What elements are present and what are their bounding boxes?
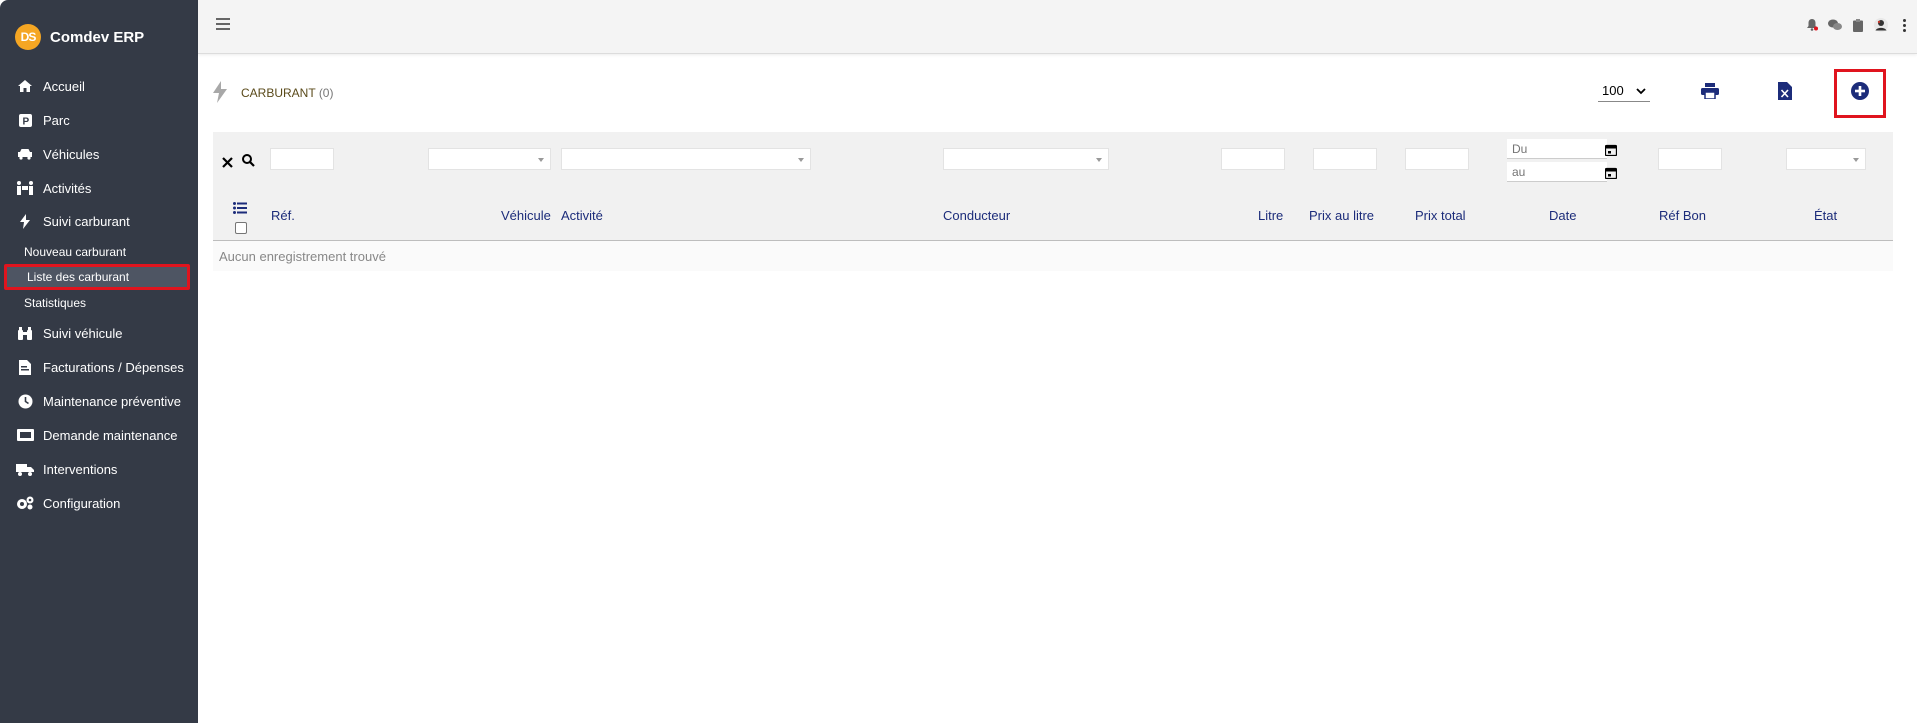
column-header-litre[interactable]: Litre: [1258, 208, 1283, 223]
column-header-vehicule[interactable]: Véhicule: [501, 208, 551, 223]
sidebar-subitem-statistiques[interactable]: Statistiques: [24, 293, 86, 313]
chat-icon[interactable]: [1828, 18, 1842, 32]
column-header-prix-total[interactable]: Prix total: [1415, 208, 1466, 223]
sidebar-item-label: Suivi carburant: [43, 213, 130, 229]
filter-ref-bon-input[interactable]: [1658, 148, 1722, 170]
caret-down-icon: [798, 158, 804, 162]
sidebar-item-parc[interactable]: P Parc: [15, 108, 70, 132]
per-page-select[interactable]: 100: [1598, 80, 1650, 102]
column-header-ref[interactable]: Réf.: [271, 208, 295, 223]
select-all-checkbox[interactable]: [235, 222, 247, 234]
record-count: (0): [318, 86, 334, 100]
filter-litre-input[interactable]: [1221, 148, 1285, 170]
filter-activite-select[interactable]: [561, 148, 811, 170]
home-icon: [15, 78, 35, 94]
caret-down-icon: [1096, 158, 1102, 162]
user-avatar-icon[interactable]: [1874, 18, 1888, 32]
chevron-down-icon: [1636, 83, 1646, 98]
header-actions: [1805, 18, 1911, 32]
sidebar-item-label: Suivi véhicule: [43, 325, 123, 341]
filter-prix-total-input[interactable]: [1405, 148, 1469, 170]
notifications-bell-icon[interactable]: [1805, 18, 1819, 32]
sidebar: DS Comdev ERP Accueil P Parc Véhicules A…: [0, 0, 198, 723]
car-icon: [15, 146, 35, 162]
app-name: Comdev ERP: [50, 28, 145, 46]
page-title: CARBURANT (0): [241, 86, 333, 100]
filter-date-to-input[interactable]: [1507, 162, 1607, 182]
sidebar-subitem-nouveau-carburant[interactable]: Nouveau carburant: [24, 242, 126, 262]
binoculars-icon: [15, 325, 35, 341]
sidebar-item-suivi-carburant[interactable]: Suivi carburant: [15, 209, 130, 233]
filter-etat-select[interactable]: [1786, 148, 1866, 170]
invoice-icon: [15, 359, 35, 375]
sidebar-item-configuration[interactable]: Configuration: [15, 491, 120, 515]
column-chooser-icon[interactable]: [233, 201, 247, 219]
hamburger-menu-icon[interactable]: [216, 18, 230, 33]
sidebar-item-label: Interventions: [43, 461, 118, 477]
truck-icon: [15, 461, 35, 477]
add-carburant-button[interactable]: [1834, 69, 1886, 118]
plus-circle-icon: [1851, 82, 1869, 105]
sidebar-subitem-liste-des-carburant[interactable]: Liste des carburant: [4, 264, 190, 290]
app-logo: DS: [15, 24, 41, 50]
svg-text:P: P: [22, 116, 29, 127]
sidebar-item-label: Véhicules: [43, 146, 100, 162]
sidebar-item-suivi-vehicule[interactable]: Suivi véhicule: [15, 321, 123, 345]
sidebar-item-maintenance-preventive[interactable]: Maintenance préventive: [15, 389, 181, 413]
column-header-ref-bon[interactable]: Réf Bon: [1659, 208, 1706, 223]
filter-conducteur-select[interactable]: [943, 148, 1109, 170]
page-title-text: CARBURANT: [241, 86, 316, 100]
bolt-icon: [15, 213, 35, 229]
column-header-etat[interactable]: État: [1814, 208, 1837, 223]
sidebar-item-label: Accueil: [43, 78, 85, 94]
brand[interactable]: DS Comdev ERP: [15, 22, 144, 52]
calendar-icon[interactable]: [1604, 143, 1618, 157]
column-header-prix-au-litre[interactable]: Prix au litre: [1309, 208, 1374, 223]
more-options-icon[interactable]: [1897, 18, 1911, 32]
sidebar-item-accueil[interactable]: Accueil: [15, 74, 85, 98]
calendar-icon[interactable]: [1604, 166, 1618, 180]
column-header-activite[interactable]: Activité: [561, 208, 603, 223]
ticket-icon: [15, 427, 35, 443]
sidebar-item-demande-maintenance[interactable]: Demande maintenance: [15, 423, 177, 447]
filter-prix-litre-input[interactable]: [1313, 148, 1377, 170]
sidebar-item-label: Activités: [43, 180, 92, 196]
sidebar-subitem-label: Nouveau carburant: [24, 245, 127, 259]
sidebar-item-label: Configuration: [43, 495, 121, 511]
column-header-conducteur[interactable]: Conducteur: [943, 208, 1010, 223]
sidebar-item-label: Facturations / Dépenses: [43, 359, 184, 375]
sidebar-item-facturations-depenses[interactable]: Facturations / Dépenses: [15, 355, 184, 379]
people-carry-icon: [15, 180, 35, 196]
filter-date-from-input[interactable]: [1507, 139, 1607, 159]
sidebar-item-label: Demande maintenance: [43, 427, 178, 443]
clock-icon: [15, 393, 35, 409]
print-button[interactable]: [1699, 82, 1721, 104]
search-icon[interactable]: [242, 154, 255, 172]
column-header-date[interactable]: Date: [1549, 208, 1576, 223]
parking-icon: P: [15, 112, 35, 128]
bolt-icon: [213, 81, 227, 108]
filter-vehicule-select[interactable]: [428, 148, 551, 170]
sidebar-item-interventions[interactable]: Interventions: [15, 457, 117, 481]
gears-icon: [15, 495, 35, 511]
print-icon: [1701, 82, 1719, 104]
empty-table-message: Aucun enregistrement trouvé: [219, 249, 386, 264]
caret-down-icon: [1853, 158, 1859, 162]
caret-down-icon: [538, 158, 544, 162]
export-excel-button[interactable]: [1774, 81, 1796, 105]
top-header: [198, 0, 1917, 54]
sidebar-subitem-label: Statistiques: [24, 296, 87, 310]
sidebar-item-label: Parc: [43, 112, 70, 128]
sidebar-item-label: Maintenance préventive: [43, 393, 182, 409]
clear-filters-icon[interactable]: [222, 155, 233, 173]
sidebar-subitem-label: Liste des carburant: [27, 270, 130, 284]
excel-file-icon: [1778, 81, 1792, 105]
per-page-value: 100: [1602, 83, 1624, 98]
filter-ref-input[interactable]: [270, 148, 334, 170]
sidebar-item-activites[interactable]: Activités: [15, 176, 91, 200]
table-row: [213, 241, 1893, 271]
clipboard-icon[interactable]: [1851, 18, 1865, 32]
sidebar-item-vehicules[interactable]: Véhicules: [15, 142, 99, 166]
